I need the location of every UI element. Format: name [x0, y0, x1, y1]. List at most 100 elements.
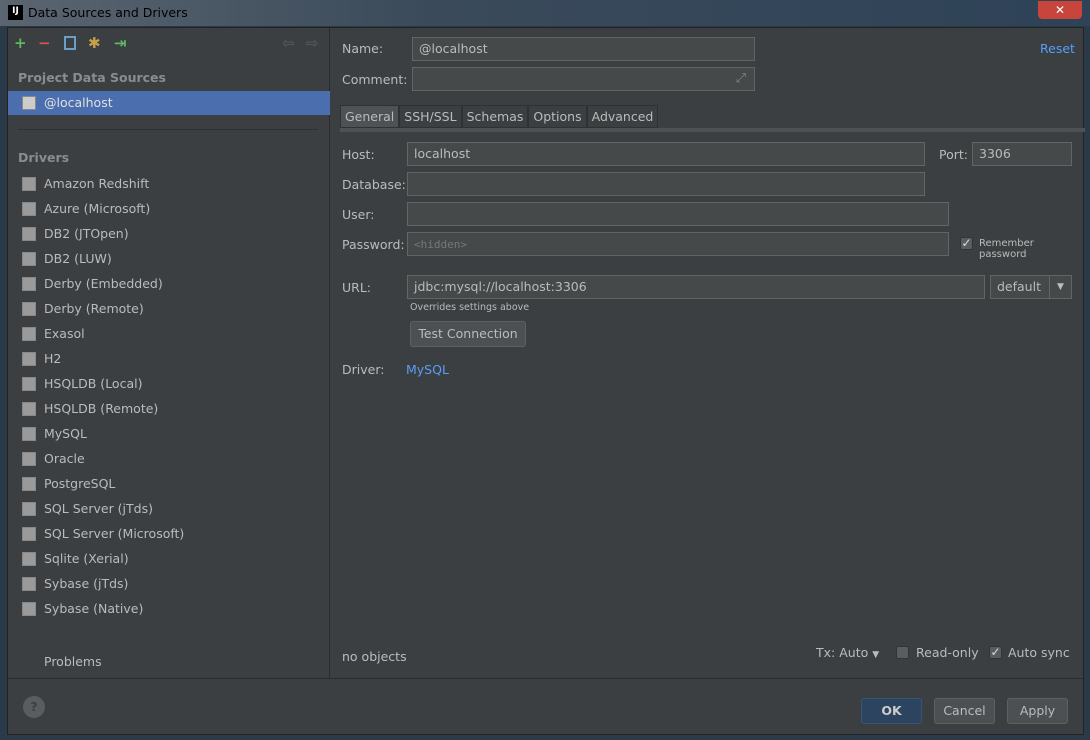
driver-item[interactable]: Sybase (Native) [8, 597, 330, 621]
driver-item[interactable]: DB2 (LUW) [8, 247, 330, 271]
driver-item[interactable]: PostgreSQL [8, 472, 330, 496]
driver-item[interactable]: Azure (Microsoft) [8, 197, 330, 221]
tx-mode-label: Tx: Auto [816, 645, 869, 660]
driver-label: Amazon Redshift [44, 176, 150, 191]
url-label: URL: [342, 280, 372, 295]
port-label: Port: [939, 147, 968, 162]
driver-item[interactable]: MySQL [8, 422, 330, 446]
url-hint: Overrides settings above [410, 302, 530, 313]
auto-sync-checkbox[interactable]: ✓ [989, 646, 1002, 659]
driver-item[interactable]: HSQLDB (Local) [8, 372, 330, 396]
driver-icon [22, 427, 36, 441]
ok-button[interactable]: OK [861, 698, 922, 724]
tab-advanced[interactable]: Advanced [586, 105, 659, 128]
password-label: Password: [342, 237, 405, 252]
driver-icon [22, 252, 36, 266]
driver-label: PostgreSQL [44, 476, 116, 491]
dropdown-arrow-icon: ▼ [872, 650, 880, 660]
wrench-icon[interactable]: ✱ [88, 34, 101, 52]
driver-icon [22, 452, 36, 466]
comment-input[interactable] [412, 67, 755, 91]
objects-status: no objects [342, 649, 407, 664]
project-data-sources-header: Project Data Sources [18, 70, 166, 85]
url-input[interactable]: jdbc:mysql://localhost:3306 [407, 275, 985, 299]
driver-label: DB2 (LUW) [44, 251, 112, 266]
driver-item[interactable]: HSQLDB (Remote) [8, 397, 330, 421]
driver-label: Driver: [342, 362, 385, 377]
mysql-icon [22, 96, 36, 110]
tab-sshssl[interactable]: SSH/SSL [399, 105, 462, 128]
copy-icon[interactable] [64, 36, 76, 50]
add-icon[interactable]: + [14, 34, 27, 52]
window-title: Data Sources and Drivers [28, 5, 188, 20]
port-input[interactable]: 3306 [972, 142, 1072, 166]
close-button[interactable]: ✕ [1038, 1, 1082, 19]
url-mode-value: default [997, 279, 1041, 294]
name-label: Name: [342, 41, 384, 56]
driver-item[interactable]: SQL Server (jTds) [8, 497, 330, 521]
driver-icon [22, 377, 36, 391]
cancel-button[interactable]: Cancel [934, 698, 995, 724]
driver-item[interactable]: DB2 (JTOpen) [8, 222, 330, 246]
driver-label: SQL Server (jTds) [44, 501, 153, 516]
driver-link[interactable]: MySQL [406, 362, 449, 377]
driver-item[interactable]: Derby (Remote) [8, 297, 330, 321]
apply-button[interactable]: Apply [1007, 698, 1068, 724]
read-only-label: Read-only [916, 645, 979, 660]
driver-item[interactable]: Exasol [8, 322, 330, 346]
user-input[interactable] [407, 202, 949, 226]
password-input[interactable]: <hidden> [407, 232, 949, 256]
test-connection-button[interactable]: Test Connection [410, 321, 526, 347]
driver-item[interactable]: Sybase (jTds) [8, 572, 330, 596]
user-label: User: [342, 207, 375, 222]
expand-icon[interactable]: ⤢ [736, 70, 746, 86]
driver-item[interactable]: Oracle [8, 447, 330, 471]
title-bar: IJ Data Sources and Drivers ✕ [0, 0, 1090, 26]
problems-link[interactable]: Problems [44, 654, 102, 669]
drivers-header: Drivers [18, 150, 70, 165]
reset-link[interactable]: Reset [1040, 41, 1075, 56]
tab-general[interactable]: General [340, 105, 400, 128]
driver-label: HSQLDB (Remote) [44, 401, 159, 416]
driver-item[interactable]: SQL Server (Microsoft) [8, 522, 330, 546]
tab-schemas[interactable]: Schemas [461, 105, 529, 128]
driver-icon [22, 202, 36, 216]
driver-label: SQL Server (Microsoft) [44, 526, 185, 541]
database-label: Database: [342, 177, 406, 192]
url-mode-select[interactable]: default ▼ [990, 275, 1072, 299]
driver-icon [22, 327, 36, 341]
auto-sync-label: Auto sync [1008, 645, 1070, 660]
import-icon[interactable]: ⇥ [114, 34, 127, 52]
read-only-checkbox[interactable] [896, 646, 909, 659]
driver-icon [22, 577, 36, 591]
tx-mode-dropdown[interactable]: Tx: Auto ▼ [816, 645, 879, 660]
driver-item[interactable]: H2 [8, 347, 330, 371]
name-input[interactable]: @localhost [412, 37, 755, 61]
driver-label: DB2 (JTOpen) [44, 226, 129, 241]
remember-password-label: Remember password [979, 238, 1034, 260]
driver-item[interactable]: Derby (Embedded) [8, 272, 330, 296]
dialog: + − ✱ ⇥ ⇦ ⇨ Project Data Sources @localh… [7, 27, 1085, 735]
tab-options[interactable]: Options [528, 105, 587, 128]
remember-password-checkbox[interactable]: ✓ [960, 237, 973, 250]
driver-item[interactable]: Sqlite (Xerial) [8, 547, 330, 571]
driver-icon [22, 527, 36, 541]
driver-label: Oracle [44, 451, 85, 466]
driver-label: HSQLDB (Local) [44, 376, 143, 391]
remove-icon[interactable]: − [38, 34, 51, 52]
app-logo: IJ [8, 5, 23, 20]
database-input[interactable] [407, 172, 925, 196]
tab-underline [340, 128, 1085, 132]
help-button[interactable]: ? [23, 696, 45, 718]
driver-label: Derby (Remote) [44, 301, 144, 316]
footer-divider [8, 678, 1085, 679]
driver-icon [22, 352, 36, 366]
back-icon[interactable]: ⇦ [282, 34, 295, 52]
host-input[interactable]: localhost [407, 142, 925, 166]
driver-icon [22, 227, 36, 241]
forward-icon[interactable]: ⇨ [306, 34, 319, 52]
driver-label: H2 [44, 351, 62, 366]
driver-item[interactable]: Amazon Redshift [8, 172, 330, 196]
data-source-localhost[interactable]: @localhost [8, 91, 330, 115]
driver-label: Sybase (jTds) [44, 576, 129, 591]
